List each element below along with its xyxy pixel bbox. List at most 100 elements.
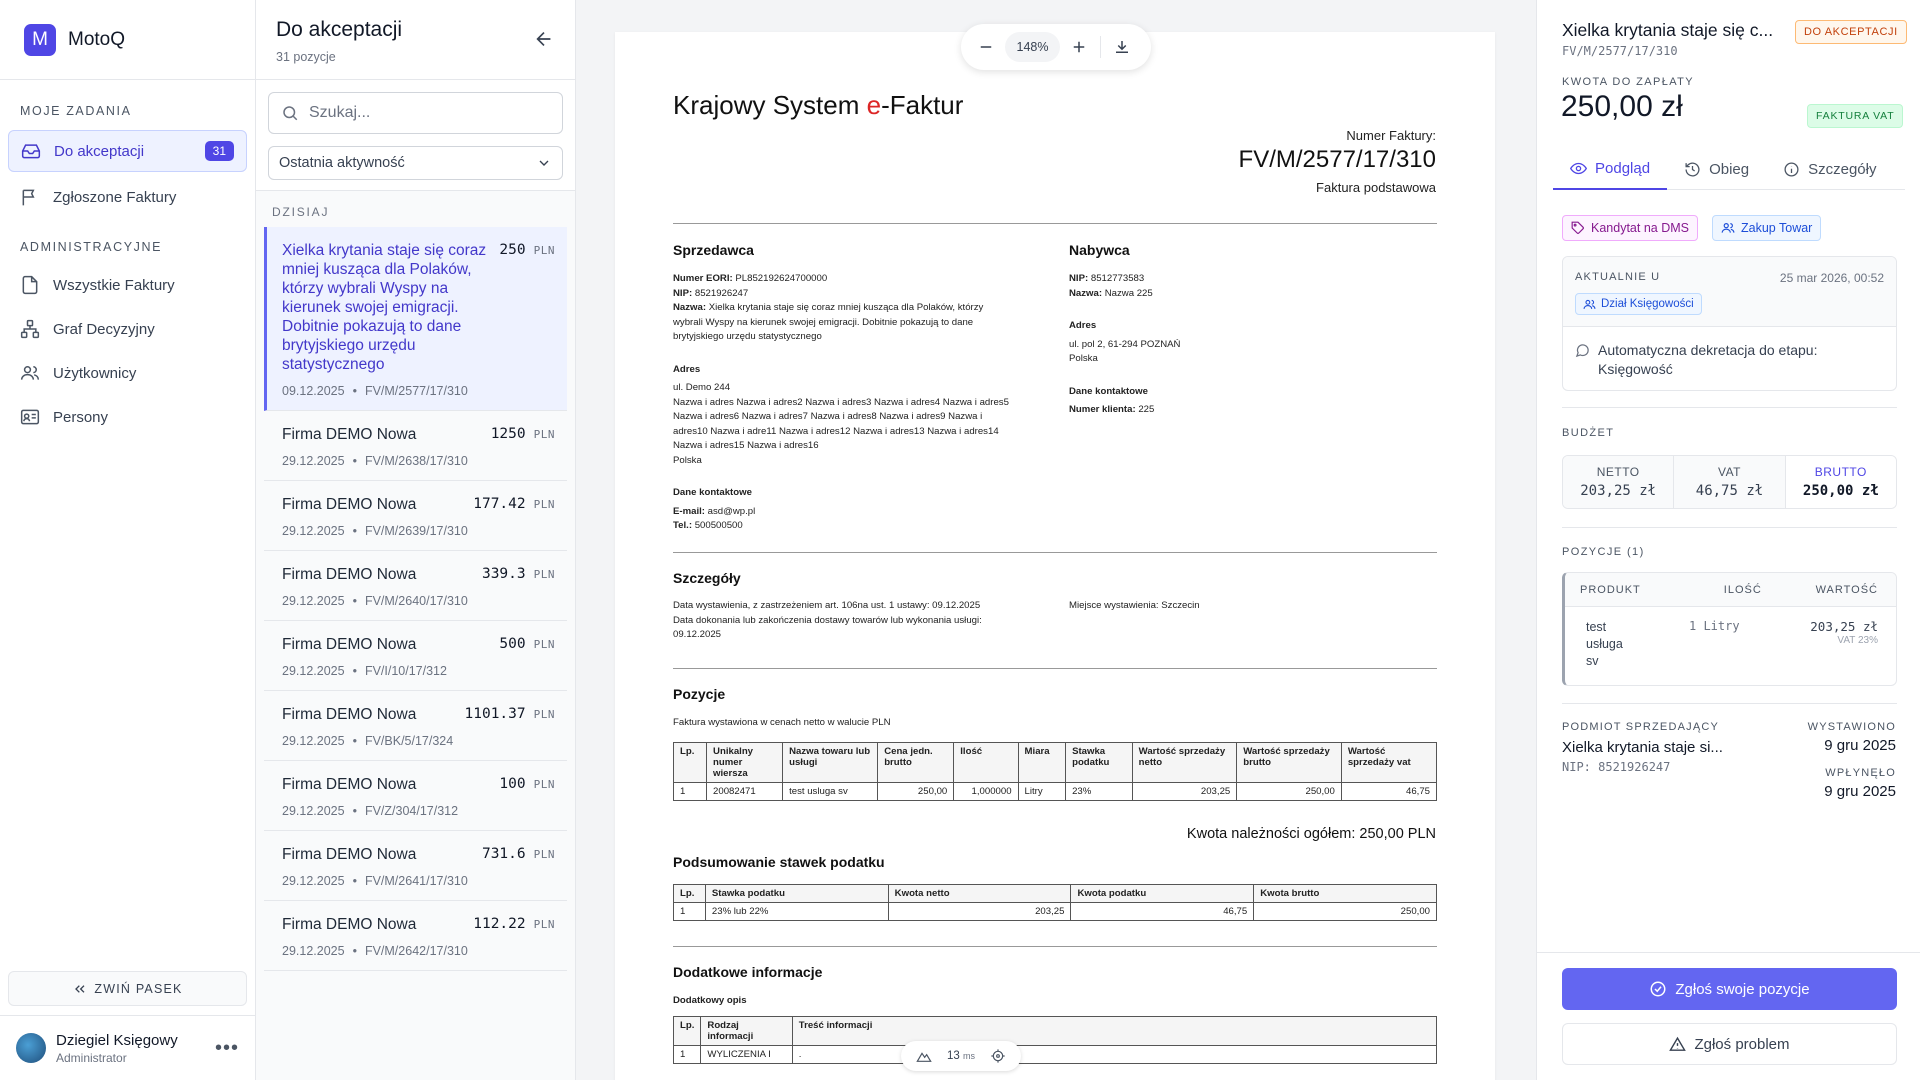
sort-select[interactable]: Ostatnia aktywność	[268, 146, 563, 180]
table-header-cell: Ilość	[953, 742, 1019, 783]
sidebar-item-graf-decyzyjny[interactable]: Graf Decyzyjny	[8, 308, 247, 350]
zoom-toolbar: 148%	[961, 24, 1151, 70]
sidebar-item-do-akceptacji[interactable]: Do akceptacji 31	[8, 130, 247, 172]
list-item[interactable]: Firma DEMO Nowa 339.3 PLN 29.12.2025 • FV/M/2…	[264, 551, 567, 621]
tab-szczegoly[interactable]: Szczegóły	[1766, 148, 1893, 190]
list-item-meta: 29.12.2025 • FV/BK/5/17/324	[282, 734, 454, 748]
collapse-sidebar-button[interactable]: ZWIŃ PASEK	[8, 971, 247, 1006]
crosshair-icon[interactable]	[990, 1048, 1006, 1064]
list-item[interactable]: Firma DEMO Nowa 177.42 PLN 29.12.2025 • FV/M/…	[264, 481, 567, 551]
users-icon	[20, 366, 40, 380]
buyer-details: NIP: 8512773583 Nazwa: Nazwa 225 Adres u…	[1069, 273, 1181, 415]
list-item-title: Firma DEMO Nowa	[282, 706, 417, 723]
sidebar-item-label: Wszystkie Faktury	[53, 276, 175, 294]
section-title-tasks: MOJE ZADANIA	[20, 104, 132, 118]
inbox-icon	[21, 144, 41, 159]
submit-positions-button[interactable]: Zgłoś swoje pozycje	[1562, 968, 1897, 1010]
list-item[interactable]: Xielka krytania staje się coraz mniej ku…	[264, 227, 567, 411]
flag-icon	[22, 189, 35, 206]
zoom-in-button[interactable]	[1064, 32, 1094, 62]
download-icon	[1116, 41, 1128, 53]
budget-vat: VAT 46,75 zł	[1674, 456, 1786, 508]
extra-info-table: Lp. Rodzaj informacji Treść informacji 1 WY…	[672, 1016, 1438, 1064]
list-count: 31 pozycje	[276, 50, 336, 64]
user-profile[interactable]: Dziegiel Księgowy Administrator •••	[0, 1015, 255, 1080]
list-item[interactable]: Firma DEMO Nowa 100 PLN 29.12.2025 • FV/Z/304…	[264, 761, 567, 831]
sort-value: Ostatnia aktywność	[279, 155, 405, 171]
list-item-title: Firma DEMO Nowa	[282, 916, 417, 933]
back-button[interactable]	[533, 28, 555, 50]
sidebar-item-zgloszone-faktury[interactable]: Zgłoszone Faktury	[8, 176, 247, 218]
list-item-meta: 29.12.2025 • FV/M/2642/17/310	[282, 944, 468, 958]
sidebar-item-label: Zgłoszone Faktury	[53, 188, 177, 206]
arrow-left-icon	[536, 31, 551, 47]
tag-dms[interactable]: Kandytat na DMS	[1562, 215, 1698, 241]
budget-label: BUDŻET	[1562, 427, 1615, 439]
list-item[interactable]: Firma DEMO Nowa 112.22 PLN 29.12.2025 • FV/M/…	[264, 901, 567, 971]
group-label-today: DZISIAJ	[272, 205, 330, 219]
list-item[interactable]: Firma DEMO Nowa 1101.37 PLN 29.12.2025 • FV/B…	[264, 691, 567, 761]
detail-title: Xielka krytania staje się c...	[1562, 20, 1774, 40]
table-cell: 203,25	[1131, 782, 1238, 801]
table-header-cell: Lp.	[672, 742, 708, 783]
list-item[interactable]: Firma DEMO Nowa 500 PLN 29.12.2025 • FV/I/10/…	[264, 621, 567, 691]
list-item-amount: 177.42 PLN	[473, 496, 555, 512]
list-item-meta: 29.12.2025 • FV/M/2639/17/310	[282, 524, 468, 538]
list-item-amount: 500 PLN	[499, 636, 555, 652]
table-header-cell: Nazwa towaru lub usługi	[782, 742, 879, 783]
table-cell: Litry	[1017, 782, 1067, 801]
seller-label: PODMIOT SPRZEDAJĄCY	[1562, 721, 1720, 733]
table-cell: 203,25	[887, 902, 1072, 921]
list-item-amount: 731.6 PLN	[481, 846, 555, 862]
render-status: 13 ms	[901, 1041, 1021, 1071]
search-box	[268, 92, 563, 134]
tag-icon	[1571, 221, 1584, 234]
invoice-list: Xielka krytania staje się coraz mniej ku…	[256, 227, 575, 971]
table-header-cell: Stawka podatku	[1065, 742, 1133, 783]
received-date: 9 gru 2025	[1824, 783, 1896, 800]
user-role: Administrator	[56, 1050, 127, 1065]
list-item[interactable]: Firma DEMO Nowa 731.6 PLN 29.12.2025 • FV/M/2…	[264, 831, 567, 901]
more-options-icon[interactable]: •••	[215, 1037, 239, 1060]
invoice-type-badge: FAKTURA VAT	[1807, 104, 1904, 128]
app-logo[interactable]: M	[24, 23, 56, 56]
tab-podglad[interactable]: Podgląd	[1553, 148, 1668, 190]
list-tools: Ostatnia aktywność	[256, 80, 575, 191]
download-button[interactable]	[1107, 32, 1137, 62]
list-item-amount: 100 PLN	[499, 776, 555, 792]
sidebar-item-wszystkie-faktury[interactable]: Wszystkie Faktury	[8, 264, 247, 306]
list-item-meta: 29.12.2025 • FV/I/10/17/312	[282, 664, 447, 678]
sidebar-item-uzytkownicy[interactable]: Użytkownicy	[8, 352, 247, 394]
table-header-cell: Lp.	[672, 1016, 702, 1046]
list-item-amount: 250 PLN	[499, 242, 555, 258]
workflow-note: Automatyczna dekretacja do etapu: Księgo…	[1575, 341, 1878, 379]
tag-zakup-towar[interactable]: Zakup Towar	[1712, 215, 1822, 241]
table-header-cell: Unikalny numer wiersza	[706, 742, 784, 783]
render-unit: ms	[962, 1051, 975, 1061]
list-title: Do akceptacji	[276, 18, 403, 41]
mountain-icon	[916, 1052, 933, 1062]
invoice-detail-panel: Xielka krytania staje się c... DO AKCEPT…	[1536, 0, 1920, 1080]
eye-icon	[1570, 162, 1587, 174]
warning-icon	[1669, 1036, 1687, 1051]
details-place: Miejsce wystawienia: Szczecin	[1069, 600, 1200, 611]
current-label: AKTUALNIE U	[1575, 271, 1661, 283]
zoom-out-button[interactable]	[971, 32, 1001, 62]
detail-tabs: Podgląd Obieg Szczegóły	[1553, 148, 1905, 190]
info-icon	[1784, 161, 1799, 177]
report-problem-button[interactable]: Zgłoś problem	[1562, 1023, 1897, 1065]
list-item-meta: 29.12.2025 • FV/M/2641/17/310	[282, 874, 468, 888]
list-item-meta: 29.12.2025 • FV/M/2638/17/310	[282, 454, 468, 468]
table-row[interactable]: test usługa sv 1 Litry 203,25 zł VAT 23%	[1565, 607, 1896, 685]
list-item[interactable]: Firma DEMO Nowa 1250 PLN 29.12.2025 • FV/M/26…	[264, 411, 567, 481]
extra-info-heading: Dodatkowe informacje	[673, 964, 823, 980]
invoice-number: FV/M/2577/17/310	[1238, 146, 1436, 173]
search-input[interactable]	[309, 104, 529, 122]
sidebar-item-persony[interactable]: Persony	[8, 396, 247, 438]
search-icon	[283, 106, 298, 121]
tab-obieg[interactable]: Obieg	[1667, 148, 1766, 190]
status-badge: DO AKCEPTACJI	[1795, 20, 1907, 44]
history-icon	[1685, 162, 1700, 177]
issued-date: 9 gru 2025	[1824, 737, 1896, 754]
collapse-label: ZWIŃ PASEK	[94, 981, 183, 996]
